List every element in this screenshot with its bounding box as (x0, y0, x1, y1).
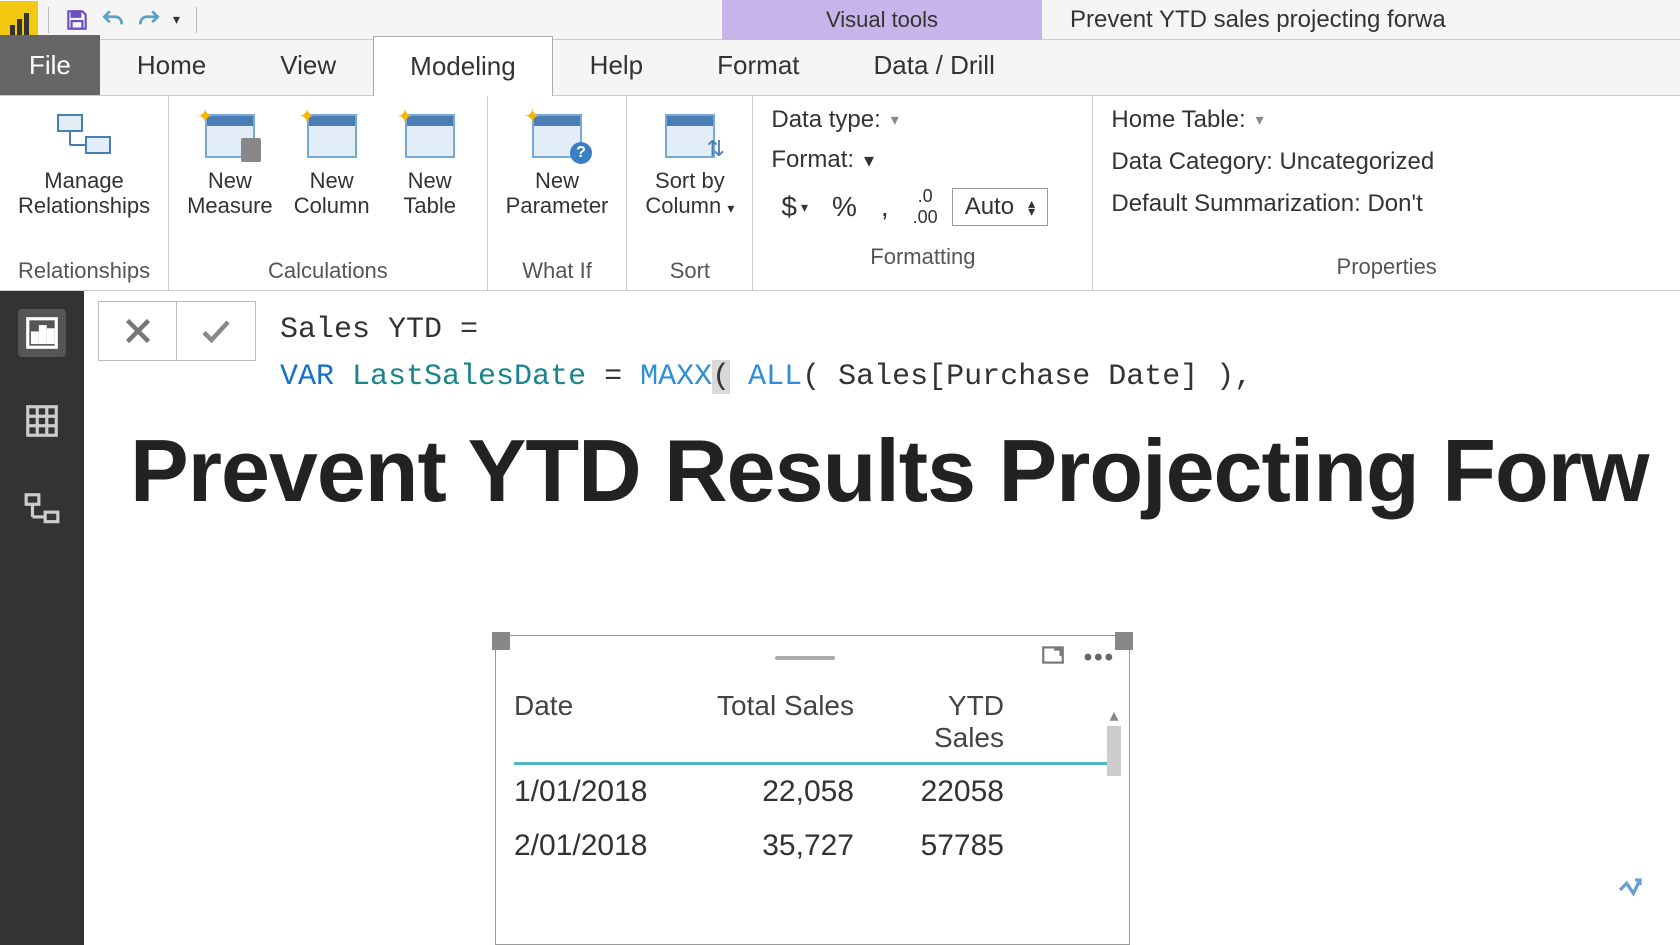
tab-data-drill[interactable]: Data / Drill (837, 35, 1032, 95)
undo-button[interactable] (95, 2, 131, 38)
save-button[interactable] (59, 2, 95, 38)
tab-help[interactable]: Help (553, 35, 680, 95)
new-parameter-icon: ✦? (527, 108, 587, 164)
new-column-label: New Column (294, 168, 370, 219)
format-dropdown[interactable]: Format: ▾ (771, 146, 874, 174)
table-visual[interactable]: ••• Date Total Sales YTD Sales 1/01/2018… (495, 635, 1130, 945)
ribbon-tabs: File Home View Modeling Help Format Data… (0, 40, 1680, 96)
group-whatif: ✦? New Parameter What If (488, 96, 628, 290)
group-label-formatting: Formatting (870, 240, 975, 270)
data-view-button[interactable] (18, 397, 66, 445)
decimal-places-stepper[interactable]: Auto ▴▾ (952, 188, 1048, 226)
visual-header: ••• (496, 636, 1129, 680)
group-label-calculations: Calculations (268, 254, 388, 284)
manage-relationships-button[interactable]: Manage Relationships (12, 104, 156, 223)
new-column-button[interactable]: ✦ New Column (287, 104, 377, 223)
contextual-tab-label: Visual tools (722, 0, 1042, 40)
percent-button[interactable]: % (822, 191, 867, 223)
table-row: 1/01/2018 22,058 22058 (514, 765, 1111, 819)
tab-view[interactable]: View (243, 35, 373, 95)
col-header-total[interactable]: Total Sales (694, 690, 854, 754)
focus-mode-icon[interactable] (1040, 642, 1066, 675)
window-title: Prevent YTD sales projecting forwa (1070, 0, 1680, 40)
drag-handle[interactable] (775, 656, 835, 660)
comma-button[interactable]: , (871, 191, 899, 223)
new-table-icon: ✦ (400, 108, 460, 164)
new-measure-button[interactable]: ✦ New Measure (181, 104, 279, 223)
cell-total: 22,058 (694, 775, 854, 809)
new-table-label: New Table (403, 168, 456, 219)
cell-ytd: 22058 (854, 775, 1004, 809)
group-properties: Home Table: ▾ Data Category: Uncategoriz… (1093, 96, 1680, 290)
commit-formula-button[interactable] (177, 302, 255, 360)
sort-icon: ⇅ (660, 108, 720, 164)
scroll-thumb[interactable] (1107, 726, 1121, 776)
more-options-icon[interactable]: ••• (1084, 644, 1115, 672)
cancel-formula-button[interactable] (99, 302, 177, 360)
new-measure-icon: ✦ (200, 108, 260, 164)
data-table: Date Total Sales YTD Sales 1/01/2018 22,… (496, 680, 1129, 883)
group-label-whatif: What If (522, 254, 592, 284)
qat-dropdown[interactable]: ▾ (167, 11, 186, 28)
col-header-ytd[interactable]: YTD Sales (854, 690, 1004, 754)
currency-button[interactable]: $ ▾ (771, 191, 818, 223)
tab-file[interactable]: File (0, 35, 100, 95)
resize-handle-tr[interactable] (1115, 632, 1133, 650)
col-header-date[interactable]: Date (514, 690, 694, 754)
report-canvas[interactable]: Prevent YTD Results Projecting Forw ••• … (100, 400, 1680, 945)
data-type-dropdown[interactable]: Data type: ▾ (771, 106, 898, 134)
separator (196, 7, 197, 33)
cell-total: 35,727 (694, 829, 854, 863)
tab-modeling[interactable]: Modeling (373, 36, 553, 96)
ribbon: Manage Relationships Relationships ✦ New… (0, 96, 1680, 291)
new-table-button[interactable]: ✦ New Table (385, 104, 475, 223)
report-view-button[interactable] (18, 309, 66, 357)
group-label-sort: Sort (670, 254, 710, 284)
cell-ytd: 57785 (854, 829, 1004, 863)
relationships-icon (54, 108, 114, 164)
table-scrollbar[interactable]: ▴ (1105, 706, 1123, 934)
group-relationships: Manage Relationships Relationships (0, 96, 169, 290)
scroll-up-icon[interactable]: ▴ (1105, 706, 1123, 724)
data-category-dropdown[interactable]: Data Category: Uncategorized (1111, 148, 1434, 176)
subscribe-watermark-icon (1610, 870, 1650, 915)
redo-button[interactable] (131, 2, 167, 38)
cell-date: 2/01/2018 (514, 829, 694, 863)
resize-handle-tl[interactable] (492, 632, 510, 650)
sort-by-column-button[interactable]: ⇅ Sort by Column ▾ (639, 104, 740, 223)
group-label-relationships: Relationships (18, 254, 150, 284)
sort-by-column-label: Sort by Column ▾ (645, 168, 734, 219)
formula-controls (98, 301, 256, 361)
new-parameter-button[interactable]: ✦? New Parameter (500, 104, 615, 223)
tab-format[interactable]: Format (680, 35, 836, 95)
group-sort: ⇅ Sort by Column ▾ Sort (627, 96, 753, 290)
app-logo-icon (0, 1, 38, 39)
group-calculations: ✦ New Measure ✦ New Column ✦ New Table C… (169, 96, 488, 290)
decimals-button[interactable]: .0.00 (903, 186, 948, 228)
group-label-properties: Properties (1337, 250, 1437, 280)
new-measure-label: New Measure (187, 168, 273, 219)
new-column-icon: ✦ (302, 108, 362, 164)
default-summarization-dropdown[interactable]: Default Summarization: Don't (1111, 190, 1422, 218)
model-view-button[interactable] (18, 485, 66, 533)
manage-relationships-label: Manage Relationships (18, 168, 150, 219)
table-row: 2/01/2018 35,727 57785 (514, 819, 1111, 873)
tab-home[interactable]: Home (100, 35, 243, 95)
report-title: Prevent YTD Results Projecting Forw (130, 420, 1650, 522)
separator (48, 7, 49, 33)
group-formatting: Data type: ▾ Format: ▾ $ ▾ % , .0.00 Aut… (753, 96, 1093, 290)
new-parameter-label: New Parameter (506, 168, 609, 219)
home-table-dropdown[interactable]: Home Table: ▾ (1111, 106, 1263, 134)
cell-date: 1/01/2018 (514, 775, 694, 809)
view-rail (0, 291, 84, 945)
